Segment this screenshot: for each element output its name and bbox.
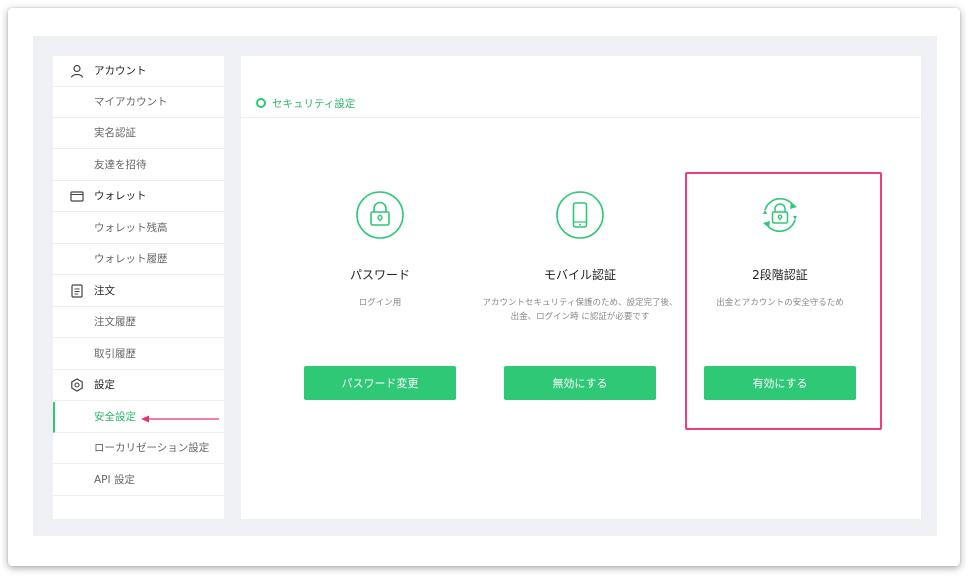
sidebar-section-wallet[interactable]: ウォレット — [53, 181, 224, 212]
sidebar-item-label: API 設定 — [94, 474, 135, 486]
card-title: モバイル認証 — [543, 268, 616, 282]
section-title: セキュリティ設定 — [256, 93, 355, 113]
sidebar-item-my-account[interactable]: マイアカウント — [53, 87, 224, 118]
sidebar-item-identity-verification[interactable]: 実名認証 — [53, 118, 224, 149]
password-card: パスワード ログイン用 パスワード変更 — [280, 186, 480, 406]
card-description: ログイン用 — [358, 298, 402, 308]
sidebar-item-label: 取引履歴 — [94, 348, 136, 360]
sidebar-section-label: ウォレット — [94, 190, 147, 202]
sidebar-item-label: 注文履歴 — [94, 316, 136, 328]
circle-bullet-icon — [256, 98, 266, 108]
sidebar-item-label: ウォレット残高 — [94, 222, 168, 234]
annotation-arrow — [141, 415, 219, 423]
sidebar-item-label: ローカリゼーション設定 — [94, 442, 210, 454]
sidebar-section-account[interactable]: アカウント — [53, 56, 224, 87]
user-icon — [70, 64, 84, 78]
highlight-box — [685, 172, 882, 430]
mobile-auth-card: モバイル認証 アカウントセキュリティ保護のため、設定完了後、出金、ログイン時 に… — [480, 186, 680, 406]
sidebar-item-invite-friends[interactable]: 友達を招待 — [53, 150, 224, 181]
card-description: アカウントセキュリティ保護のため、設定完了後、出金、ログイン時 に認証が必要です — [482, 298, 678, 322]
divider — [241, 117, 921, 118]
sidebar-item-label: ウォレット履歴 — [94, 253, 168, 265]
sidebar-section-label: 注文 — [94, 285, 115, 297]
sidebar-item-localization-settings[interactable]: ローカリゼーション設定 — [53, 433, 224, 464]
sidebar-section-settings[interactable]: 設定 — [53, 370, 224, 401]
sidebar-section-orders[interactable]: 注文 — [53, 276, 224, 307]
sidebar-item-wallet-balance[interactable]: ウォレット残高 — [53, 213, 224, 244]
card-title: パスワード — [349, 268, 410, 282]
sidebar-section-label: 設定 — [94, 379, 115, 391]
sidebar-item-label: マイアカウント — [94, 96, 168, 108]
wallet-icon — [70, 191, 84, 202]
sidebar-item-label: 安全設定 — [94, 411, 136, 423]
sidebar-item-wallet-history[interactable]: ウォレット履歴 — [53, 244, 224, 275]
mobile-phone-icon — [556, 191, 604, 239]
sidebar-item-trade-history[interactable]: 取引履歴 — [53, 339, 224, 370]
sidebar: アカウント マイアカウント 実名認証 友達を招待 ウォレット ウォレット残高 ウ… — [53, 56, 224, 519]
sidebar-item-api-settings[interactable]: API 設定 — [53, 465, 224, 496]
change-password-button[interactable]: パスワード変更 — [304, 366, 456, 400]
settings-icon — [71, 378, 83, 392]
lock-icon — [356, 191, 404, 239]
document-icon — [71, 284, 83, 298]
sidebar-section-label: アカウント — [94, 65, 147, 77]
section-title-text: セキュリティ設定 — [272, 97, 356, 110]
sidebar-item-order-history[interactable]: 注文履歴 — [53, 307, 224, 338]
sidebar-item-label: 実名認証 — [94, 127, 136, 139]
sidebar-item-label: 友達を招待 — [94, 159, 147, 171]
disable-mobile-auth-button[interactable]: 無効にする — [504, 366, 656, 400]
